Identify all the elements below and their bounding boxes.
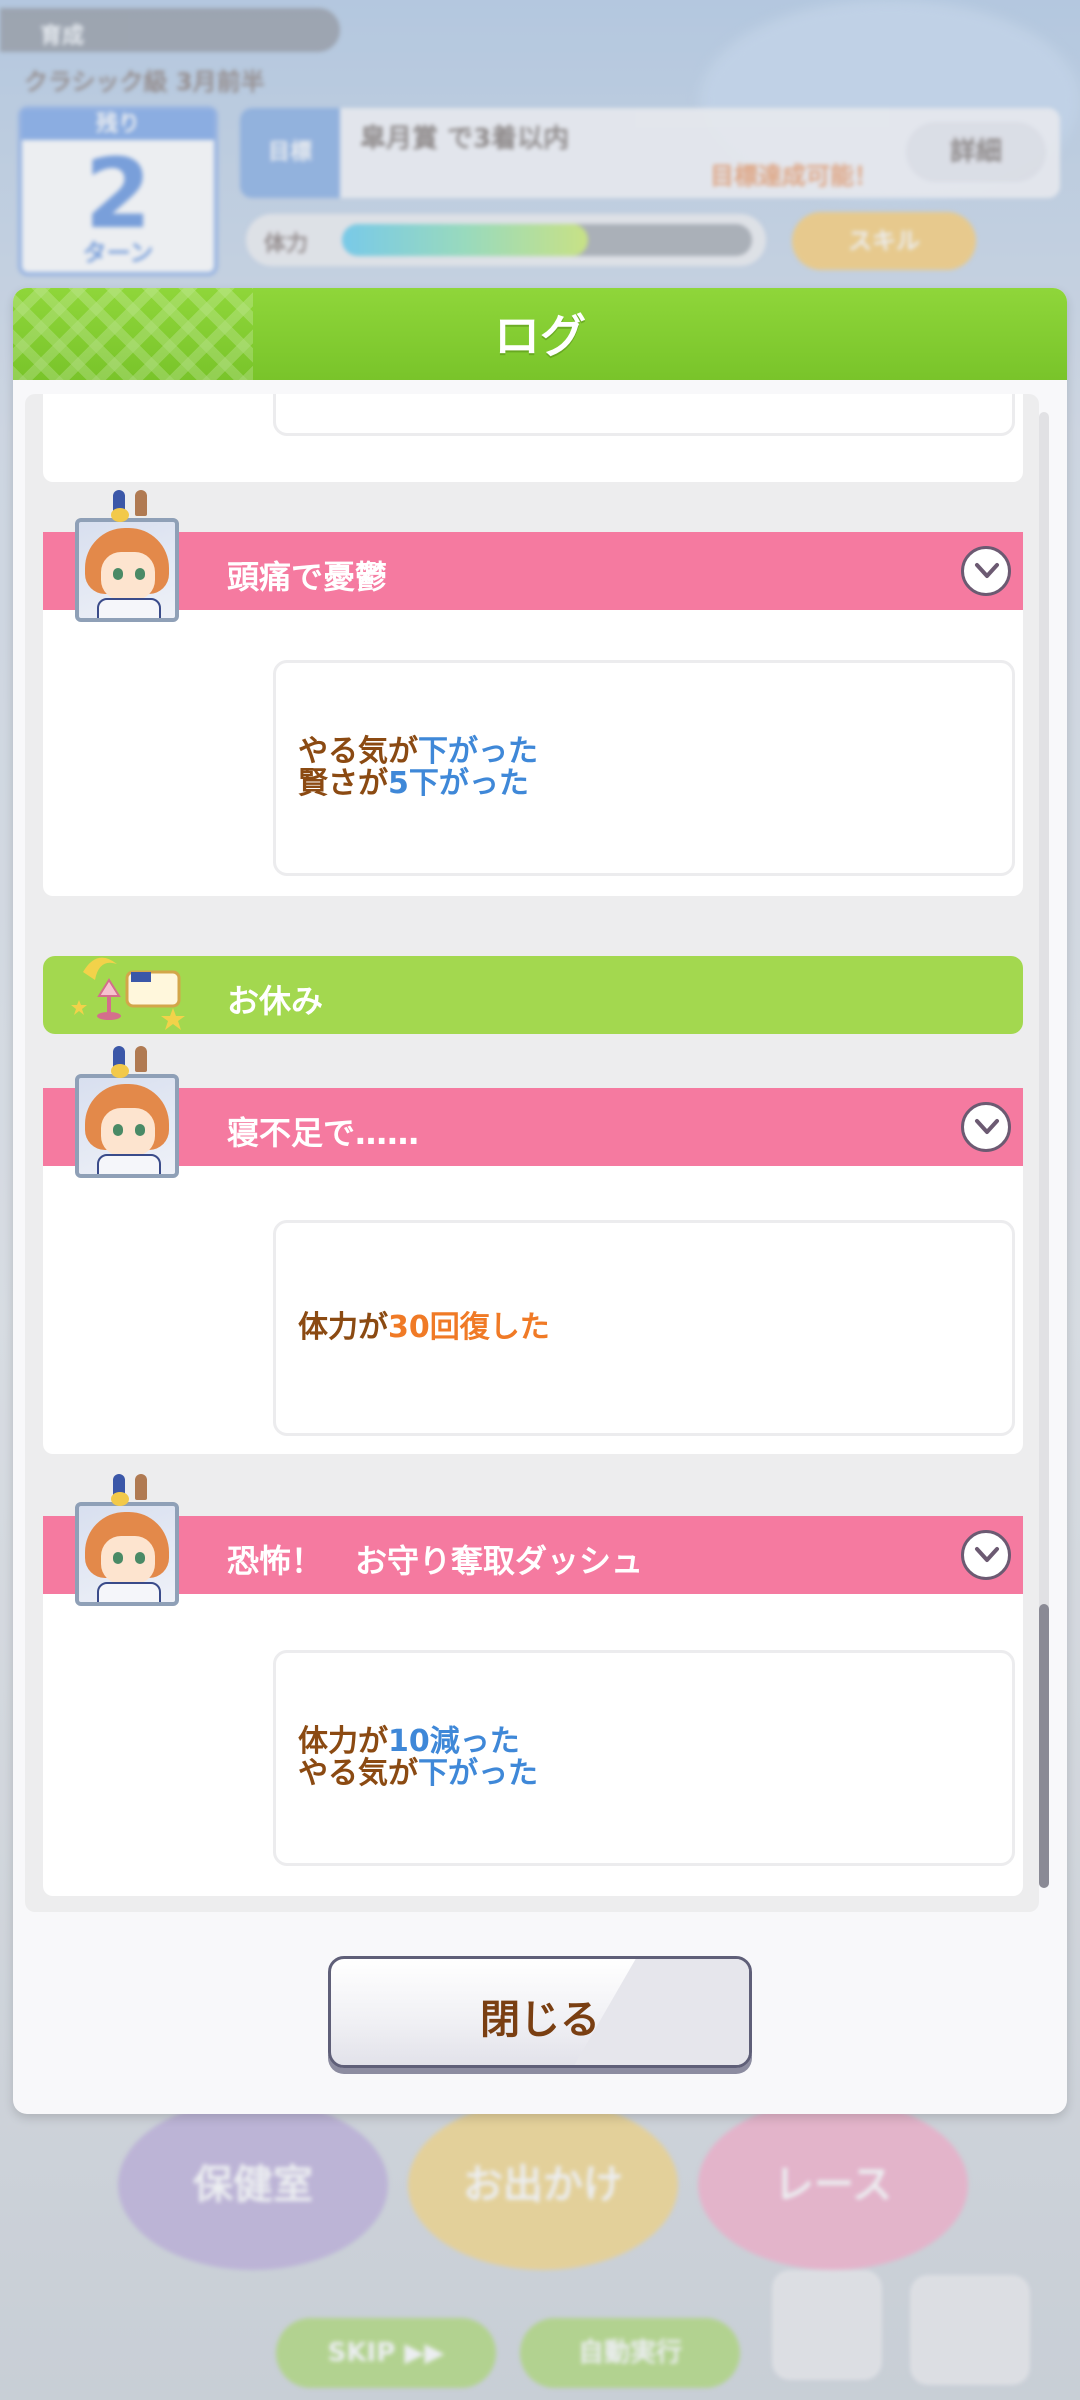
result-line: 賢さが5下がった [298,766,529,801]
event-title: 恐怖！ お守り奪取ダッシュ [227,1542,644,1580]
event-title: 寝不足で…… [227,1114,420,1152]
close-button-label: 閉じる [480,1997,600,2043]
log-text-box [273,394,1015,436]
log-card-previous [43,394,1023,482]
rest-section-header: お休み [43,956,1023,1034]
modal-title: ログ [494,309,586,363]
event-result-box: 体力が30回復した [273,1220,1015,1436]
result-line: 体力が30回復した [298,1310,550,1345]
chevron-down-icon[interactable] [961,1530,1011,1580]
chevron-down-icon[interactable] [961,546,1011,596]
rest-section-title: お休み [227,982,324,1020]
event-header: 恐怖！ お守り奪取ダッシュ [43,1516,1023,1594]
modal-header: ログ [13,288,1067,380]
avatar-ears-icon [95,1046,155,1078]
character-avatar [75,518,179,622]
result-line: 体力が10減った [298,1724,520,1759]
event-header: 頭痛で憂鬱 [43,532,1023,610]
log-modal: ログ 頭痛で憂鬱 やる気が下がった 賢さが5下がった お休み 寝不足で…… 体力… [13,288,1067,2114]
event-title: 頭痛で憂鬱 [227,558,388,596]
result-line: やる気が下がった [298,1756,538,1791]
log-scrollbar-thumb[interactable] [1039,1604,1049,1888]
avatar-ears-icon [95,490,155,522]
chevron-down-icon[interactable] [961,1102,1011,1152]
result-line: やる気が下がった [298,734,538,769]
log-scrollbar[interactable] [1039,412,1049,1888]
close-button[interactable]: 閉じる [328,1956,752,2068]
avatar-ears-icon [95,1474,155,1506]
event-result-box: 体力が10減った やる気が下がった [273,1650,1015,1866]
log-list[interactable]: 頭痛で憂鬱 やる気が下がった 賢さが5下がった お休み 寝不足で…… 体力が30… [25,394,1039,1912]
event-result-box: やる気が下がった 賢さが5下がった [273,660,1015,876]
character-avatar [75,1074,179,1178]
rest-pillow-icon [71,957,185,1030]
event-header: 寝不足で…… [43,1088,1023,1166]
character-avatar [75,1502,179,1606]
